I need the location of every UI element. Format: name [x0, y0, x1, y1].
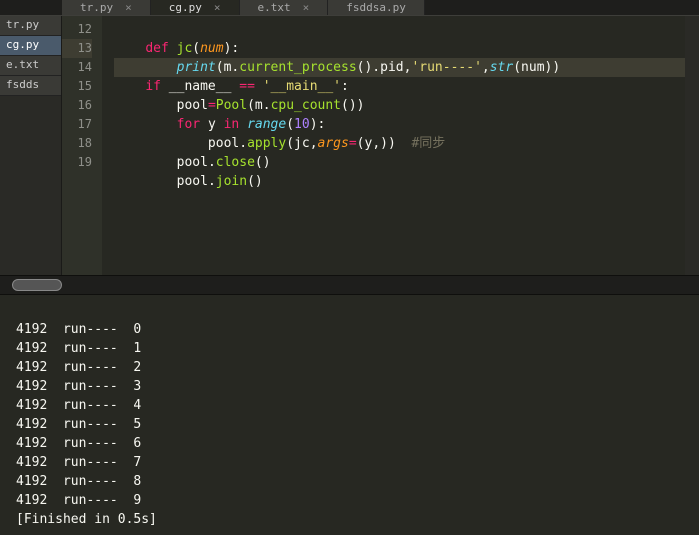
close-icon[interactable]: × — [125, 1, 132, 14]
sidebar-item-tr[interactable]: tr.py — [0, 16, 61, 36]
output-finished: [Finished in 0.5s] — [16, 512, 157, 527]
output-line: 4192 run---- 3 — [16, 379, 141, 394]
tab-tr[interactable]: tr.py× — [62, 0, 151, 15]
output-line: 4192 run---- 2 — [16, 360, 141, 375]
code-content[interactable]: def jc(num): print(m.current_process().p… — [102, 16, 699, 275]
output-line: 4192 run---- 7 — [16, 455, 141, 470]
scrollbar-thumb[interactable] — [12, 279, 62, 291]
scrollbar-vertical[interactable] — [685, 16, 699, 275]
line-gutter: 1213141516171819 — [62, 16, 102, 275]
output-line: 4192 run---- 9 — [16, 493, 141, 508]
panel-divider[interactable] — [0, 275, 699, 295]
tab-bar-top: tr.py× cg.py× e.txt× fsddsa.py — [0, 0, 699, 16]
output-line: 4192 run---- 5 — [16, 417, 141, 432]
close-icon[interactable]: × — [303, 1, 310, 14]
output-line: 4192 run---- 4 — [16, 398, 141, 413]
tab-fsddsa[interactable]: fsddsa.py — [328, 0, 425, 15]
sidebar-item-etxt[interactable]: e.txt — [0, 56, 61, 76]
editor[interactable]: 1213141516171819 def jc(num): print(m.cu… — [62, 16, 699, 275]
sidebar-item-cg[interactable]: cg.py — [0, 36, 61, 56]
output-line: 4192 run---- 0 — [16, 322, 141, 337]
tab-etxt[interactable]: e.txt× — [240, 0, 329, 15]
output-line: 4192 run---- 1 — [16, 341, 141, 356]
sidebar: tr.py cg.py e.txt fsdds — [0, 16, 62, 275]
output-line: 4192 run---- 6 — [16, 436, 141, 451]
output-line: 4192 run---- 8 — [16, 474, 141, 489]
sidebar-item-fsdds[interactable]: fsdds — [0, 76, 61, 96]
close-icon[interactable]: × — [214, 1, 221, 14]
tab-cg[interactable]: cg.py× — [151, 0, 240, 15]
output-panel[interactable]: 4192 run---- 0 4192 run---- 1 4192 run--… — [0, 295, 699, 535]
